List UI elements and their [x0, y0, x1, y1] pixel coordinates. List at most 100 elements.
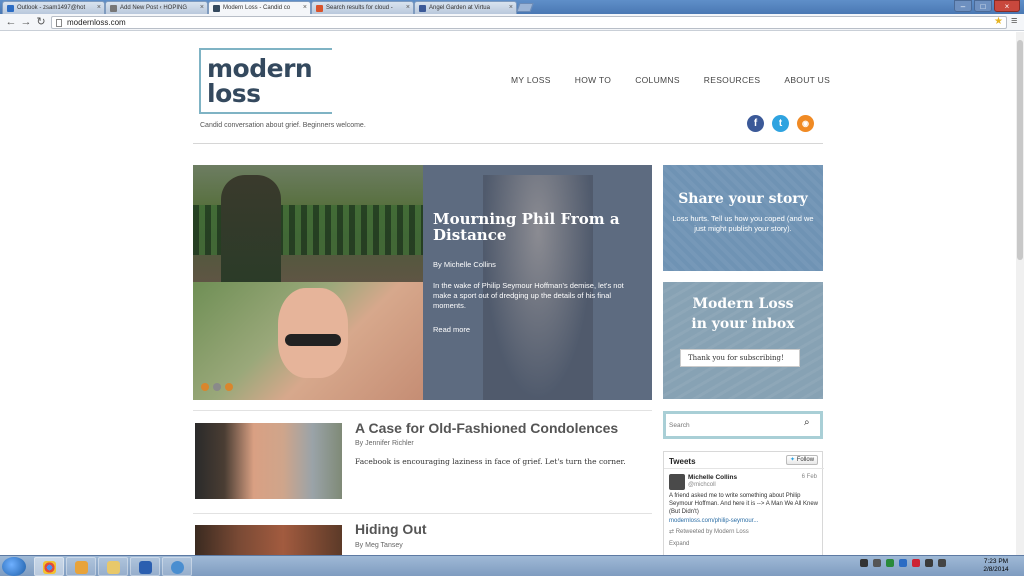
taskbar-word[interactable]: [130, 557, 160, 576]
word-icon: [139, 561, 152, 574]
share-story-banner[interactable]: Share your story Loss hurts. Tell us how…: [663, 165, 823, 271]
start-button[interactable]: [2, 557, 26, 576]
taskbar-chrome[interactable]: [34, 557, 64, 576]
tweet-author-handle[interactable]: @michcoll: [688, 482, 716, 488]
taskbar-explorer[interactable]: [98, 557, 128, 576]
nav-resources[interactable]: RESOURCES: [704, 75, 761, 85]
bookmark-star-icon[interactable]: ★: [994, 16, 1003, 27]
nav-columns[interactable]: COLUMNS: [635, 75, 680, 85]
volume-icon[interactable]: [938, 559, 946, 567]
slider-dot[interactable]: [213, 383, 221, 391]
feature-byline: By Michelle Collins: [433, 260, 496, 269]
os-taskbar: 7:23 PM 2/8/2014: [0, 555, 1024, 576]
office-icon: [316, 5, 323, 12]
url-text: modernloss.com: [67, 18, 126, 27]
logo-line-1: modern: [207, 54, 313, 83]
tweet-author-name[interactable]: Michelle Collins: [688, 474, 737, 481]
share-title: Share your story: [678, 191, 808, 207]
facebook-icon[interactable]: f: [747, 115, 764, 132]
post-divider: [193, 513, 652, 514]
back-arrow-icon[interactable]: ←: [5, 16, 17, 28]
close-icon[interactable]: ×: [200, 4, 204, 11]
logo-line-2: loss: [207, 79, 261, 108]
site-search: ⌕: [663, 411, 823, 439]
rss-icon[interactable]: ◉: [797, 115, 814, 132]
read-more-link[interactable]: Read more: [433, 325, 470, 334]
tab-modern-loss[interactable]: Modern Loss - Candid co ×: [208, 1, 311, 14]
tab-search-results[interactable]: Search results for cloud - ×: [311, 1, 414, 14]
tab-add-new-post[interactable]: Add New Post ‹ HOPING ×: [105, 1, 208, 14]
site-logo[interactable]: modern loss: [199, 48, 332, 114]
featured-slider[interactable]: Mourning Phil From a Distance By Michell…: [193, 165, 652, 400]
site-tagline: Candid conversation about grief. Beginne…: [200, 122, 366, 129]
twitter-widget: Tweets ✦ Follow Michelle Collins @michco…: [663, 451, 824, 555]
page-scrollbar[interactable]: [1016, 32, 1024, 555]
system-tray: [860, 559, 946, 567]
newsletter-banner: Modern Loss in your inbox Thank you for …: [663, 282, 823, 399]
main-nav: MY LOSS HOW TO COLUMNS RESOURCES ABOUT U…: [511, 75, 854, 85]
share-text: Loss hurts. Tell us how you coped (and w…: [672, 214, 814, 233]
tab-angel-garden[interactable]: Angel Garden at Virtua ×: [414, 1, 517, 14]
taskbar-clock[interactable]: 7:23 PM 2/8/2014: [976, 558, 1016, 574]
tray-icon[interactable]: [912, 559, 920, 567]
tweet-text: A friend asked me to write something abo…: [669, 493, 819, 515]
browser-toolbar: ← → ↻ modernloss.com ★ ≡: [0, 14, 1024, 31]
tab-outlook[interactable]: Outlook - zsam1497@hot ×: [2, 1, 105, 14]
post-thumbnail[interactable]: [195, 525, 342, 555]
post-divider: [193, 410, 652, 411]
post-title[interactable]: A Case for Old-Fashioned Condolences: [355, 420, 618, 436]
post-thumbnail[interactable]: [195, 423, 342, 499]
tab-title: Angel Garden at Virtua: [429, 5, 490, 11]
subscribe-confirmation: Thank you for subscribing!: [680, 349, 800, 367]
browser-menu-icon[interactable]: ≡: [1011, 15, 1021, 27]
minimize-button[interactable]: –: [954, 0, 972, 12]
reload-icon[interactable]: ↻: [35, 16, 47, 28]
folder-icon: [107, 561, 120, 574]
taskbar-itunes[interactable]: [162, 557, 192, 576]
tweet-date[interactable]: 6 Feb: [802, 474, 817, 480]
scrollbar-thumb[interactable]: [1017, 40, 1023, 260]
network-icon[interactable]: [925, 559, 933, 567]
tab-title: Modern Loss - Candid co: [223, 5, 291, 11]
window-close-button[interactable]: ×: [994, 0, 1020, 12]
inbox-title-1: Modern Loss: [692, 296, 794, 312]
slider-dot[interactable]: [225, 383, 233, 391]
close-icon[interactable]: ×: [97, 4, 101, 11]
avatar[interactable]: [669, 474, 685, 490]
slider-dot[interactable]: [201, 383, 209, 391]
nav-how-to[interactable]: HOW TO: [575, 75, 611, 85]
slider-dots: [201, 383, 233, 391]
modern-loss-icon: [213, 5, 220, 12]
tray-icon[interactable]: [860, 559, 868, 567]
close-icon[interactable]: ×: [303, 4, 307, 11]
maximize-button[interactable]: □: [974, 0, 992, 12]
search-icon[interactable]: ⌕: [804, 417, 814, 431]
window-controls: – □ ×: [954, 0, 1020, 13]
tweets-header: Tweets: [669, 457, 696, 466]
tray-icon[interactable]: [899, 559, 907, 567]
twitter-icon[interactable]: t: [772, 115, 789, 132]
follow-button[interactable]: ✦ Follow: [786, 455, 818, 465]
wordpress-icon: [110, 5, 117, 12]
close-icon[interactable]: ×: [406, 4, 410, 11]
nav-about-us[interactable]: ABOUT US: [784, 75, 830, 85]
post-byline: By Jennifer Richler: [355, 440, 414, 447]
address-bar[interactable]: modernloss.com ★: [51, 16, 1007, 29]
tweet-expand-link[interactable]: Expand: [669, 541, 689, 547]
tweet-link[interactable]: modernloss.com/philip-seymour...: [669, 518, 758, 524]
outlook-icon: [7, 5, 14, 12]
search-input[interactable]: [669, 418, 799, 432]
forward-arrow-icon[interactable]: →: [20, 16, 32, 28]
tab-title: Add New Post ‹ HOPING: [120, 5, 188, 11]
tray-icon[interactable]: [873, 559, 881, 567]
outlook-icon: [75, 561, 88, 574]
nav-my-loss[interactable]: MY LOSS: [511, 75, 551, 85]
taskbar-outlook[interactable]: [66, 557, 96, 576]
post-title[interactable]: Hiding Out: [355, 521, 427, 537]
close-icon[interactable]: ×: [509, 4, 513, 11]
post-byline: By Meg Tansey: [355, 542, 403, 549]
new-tab-button[interactable]: [516, 3, 534, 12]
tray-icon[interactable]: [886, 559, 894, 567]
feature-title[interactable]: Mourning Phil From a Distance: [433, 211, 633, 243]
itunes-icon: [171, 561, 184, 574]
